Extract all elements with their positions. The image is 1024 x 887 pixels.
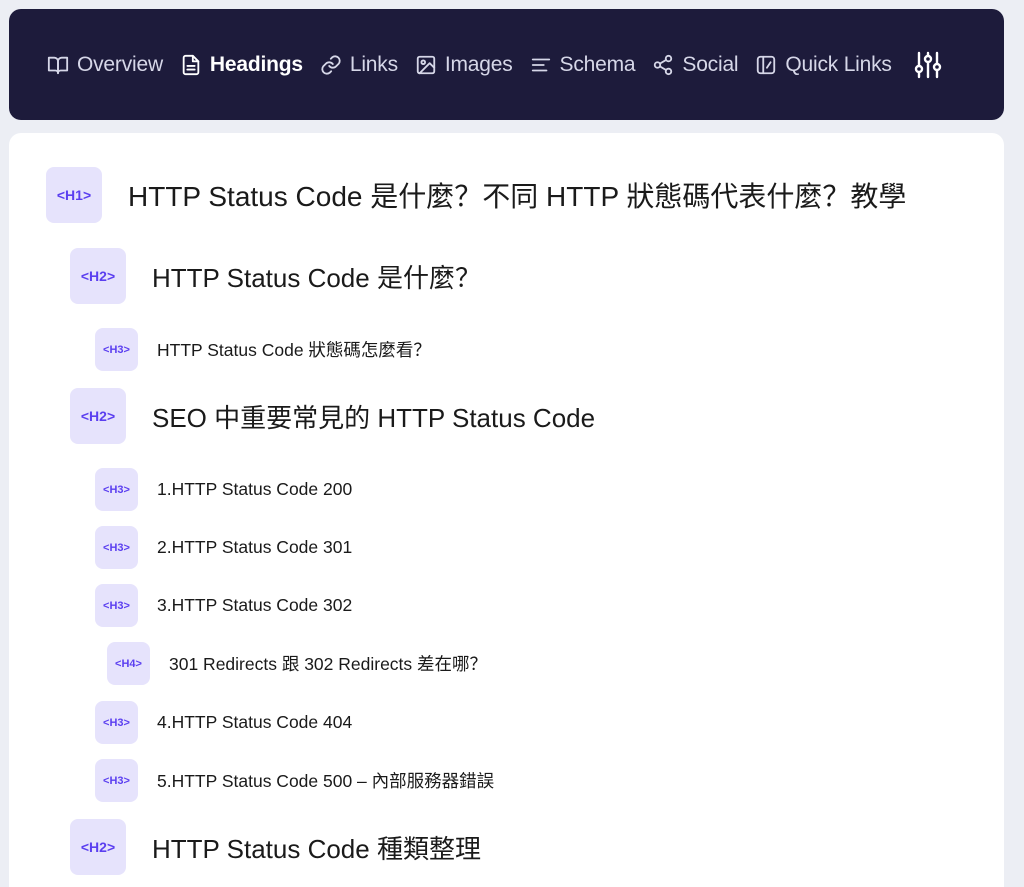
nav-tab-headings[interactable]: Headings bbox=[180, 53, 303, 77]
heading-item-h3[interactable]: <H3> 4.HTTP Status Code 404 bbox=[95, 701, 352, 744]
heading-text: SEO 中重要常見的 HTTP Status Code bbox=[152, 402, 596, 433]
heading-level-tag: <H3> bbox=[95, 526, 138, 569]
nav-tab-overview[interactable]: Overview bbox=[47, 53, 163, 77]
heading-level-tag: <H1> bbox=[46, 167, 102, 223]
heading-item-h4[interactable]: <H4> 301 Redirects 跟 302 Redirects 差在哪？ bbox=[107, 642, 487, 685]
nav-tab-quick-links[interactable]: Quick Links bbox=[755, 52, 892, 77]
nav-tab-label: Images bbox=[444, 52, 513, 76]
nav-tab-label: Overview bbox=[77, 52, 163, 76]
heading-level-tag: <H2> bbox=[70, 388, 126, 444]
nav-tab-images[interactable]: Images bbox=[415, 53, 513, 77]
heading-text: 5.HTTP Status Code 500 – 內部服務器錯誤 bbox=[157, 771, 495, 791]
heading-level-tag: <H3> bbox=[95, 328, 138, 371]
image-icon bbox=[415, 54, 437, 76]
sliders-icon[interactable] bbox=[913, 50, 943, 80]
heading-item-h3[interactable]: <H3> 5.HTTP Status Code 500 – 內部服務器錯誤 bbox=[95, 759, 494, 802]
heading-item-h3[interactable]: <H3> HTTP Status Code 狀態碼怎麼看？ bbox=[95, 328, 431, 371]
heading-item-h3[interactable]: <H3> 1.HTTP Status Code 200 bbox=[95, 468, 352, 511]
heading-text: HTTP Status Code 狀態碼怎麼看？ bbox=[157, 340, 431, 360]
heading-level-tag: <H2> bbox=[70, 248, 126, 304]
nav-tab-label: Schema bbox=[559, 52, 636, 76]
nav-tab-label: Quick Links bbox=[785, 52, 892, 76]
heading-level-tag: <H4> bbox=[107, 642, 150, 685]
quick-links-icon bbox=[755, 54, 777, 76]
schema-lines-icon bbox=[530, 54, 552, 76]
heading-item-h2[interactable]: <H2> HTTP Status Code 種類整理 bbox=[70, 819, 481, 875]
nav-tab-schema[interactable]: Schema bbox=[530, 53, 636, 77]
nav-tab-social[interactable]: Social bbox=[652, 52, 739, 77]
heading-item-h2[interactable]: <H2> HTTP Status Code 是什麼？ bbox=[70, 248, 481, 304]
heading-level-tag: <H3> bbox=[95, 468, 138, 511]
headings-panel: <H1> HTTP Status Code 是什麼？不同 HTTP 狀態碼代表什… bbox=[9, 133, 1004, 887]
share-icon bbox=[652, 54, 674, 76]
nav-tab-label: Social bbox=[682, 52, 739, 76]
heading-text: 3.HTTP Status Code 302 bbox=[157, 595, 353, 615]
book-icon bbox=[47, 54, 69, 76]
document-icon bbox=[180, 54, 202, 76]
nav-tab-links[interactable]: Links bbox=[320, 53, 398, 77]
heading-text: HTTP Status Code 種類整理 bbox=[152, 833, 481, 864]
heading-text: HTTP Status Code 是什麼？ bbox=[152, 262, 481, 293]
heading-text: 4.HTTP Status Code 404 bbox=[157, 712, 353, 732]
heading-item-h1[interactable]: <H1> HTTP Status Code 是什麼？不同 HTTP 狀態碼代表什… bbox=[46, 167, 906, 223]
heading-item-h3[interactable]: <H3> 2.HTTP Status Code 301 bbox=[95, 526, 352, 569]
link-icon bbox=[320, 54, 342, 76]
heading-text: HTTP Status Code 是什麼？不同 HTTP 狀態碼代表什麼？教學 bbox=[128, 181, 907, 212]
nav-tab-label: Links bbox=[349, 52, 398, 76]
heading-text: 301 Redirects 跟 302 Redirects 差在哪？ bbox=[169, 654, 488, 674]
heading-level-tag: <H2> bbox=[70, 819, 126, 875]
heading-text: 2.HTTP Status Code 301 bbox=[157, 537, 353, 557]
heading-level-tag: <H3> bbox=[95, 584, 138, 627]
heading-item-h3[interactable]: <H3> 3.HTTP Status Code 302 bbox=[95, 584, 352, 627]
nav-tab-label: Headings bbox=[209, 52, 303, 76]
top-nav-bar: Overview Headings Links Images Schema So… bbox=[9, 9, 1004, 120]
heading-item-h2[interactable]: <H2> SEO 中重要常見的 HTTP Status Code bbox=[70, 388, 595, 444]
heading-level-tag: <H3> bbox=[95, 759, 138, 802]
heading-level-tag: <H3> bbox=[95, 701, 138, 744]
heading-text: 1.HTTP Status Code 200 bbox=[157, 479, 353, 499]
